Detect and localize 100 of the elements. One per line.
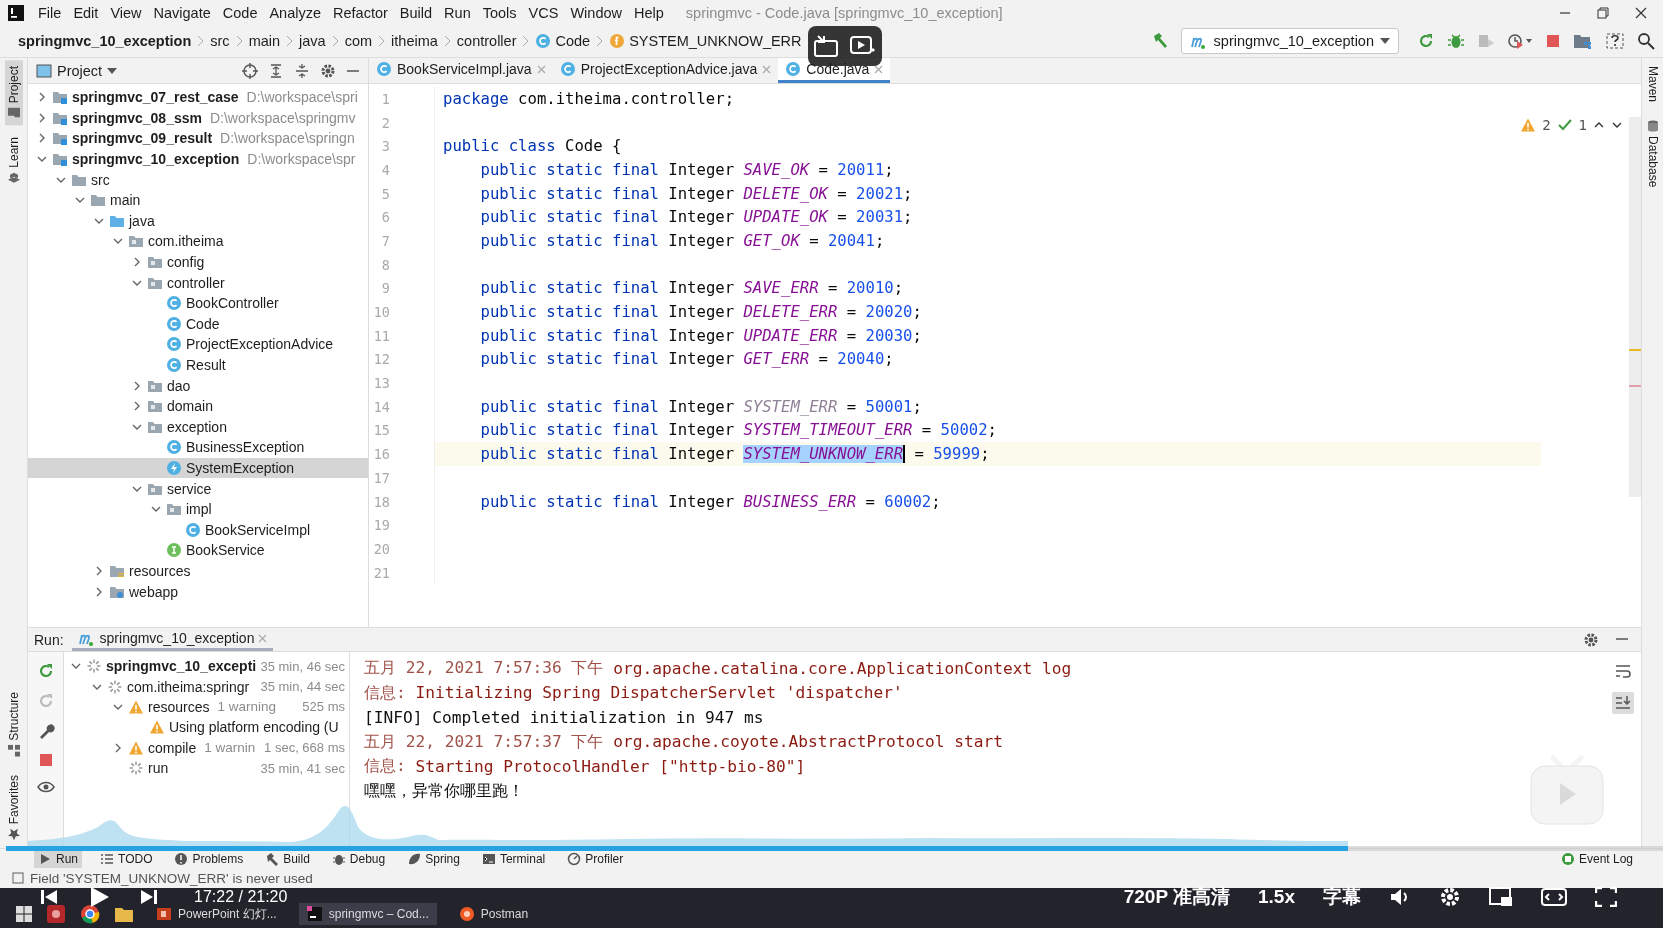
search-icon[interactable] <box>1637 32 1655 50</box>
tree-item[interactable]: impl <box>28 498 368 520</box>
settings-icon[interactable] <box>1583 631 1599 648</box>
speed-selector[interactable]: 1.5x <box>1258 886 1295 908</box>
folder-icon[interactable] <box>114 905 134 923</box>
menu-item[interactable]: Help <box>628 4 670 21</box>
progress-track[interactable] <box>6 846 1663 851</box>
breadcrumb[interactable]: java <box>299 33 326 49</box>
picture-in-picture-icon[interactable] <box>1489 887 1513 907</box>
widescreen-icon[interactable] <box>1541 888 1567 906</box>
side-tab[interactable]: Learn <box>4 131 23 191</box>
side-tab[interactable]: Favorites <box>4 768 23 846</box>
side-tab[interactable]: Project <box>4 60 23 126</box>
eye-icon[interactable] <box>36 780 55 794</box>
breadcrumb[interactable]: Code <box>535 33 591 49</box>
tree-item[interactable]: dao <box>28 375 368 396</box>
tree-item[interactable]: domain <box>28 395 368 417</box>
browser-icon[interactable] <box>80 904 100 924</box>
restore-icon[interactable] <box>1597 6 1609 19</box>
tool-window-tab[interactable]: Debug <box>327 849 390 868</box>
breadcrumb[interactable]: com <box>344 33 373 49</box>
rerun-icon[interactable] <box>1417 32 1435 50</box>
scroll-to-end-icon[interactable] <box>1612 692 1634 714</box>
tree-item[interactable]: resources <box>28 560 368 582</box>
tree-item[interactable]: BookService <box>28 540 368 561</box>
tree-item[interactable]: BookServiceImpl <box>28 519 368 541</box>
tree-item[interactable]: com.itheima <box>28 231 368 252</box>
breadcrumb[interactable]: springmvc_10_exception <box>18 33 192 49</box>
tool-window-tab[interactable]: Problems <box>170 849 248 868</box>
close-icon[interactable] <box>1635 6 1647 19</box>
tree-item[interactable]: springmvc_09_result D:\workspace\springn <box>28 128 368 149</box>
tool-window-tab[interactable]: TODO <box>96 849 157 868</box>
run-tree-item[interactable]: run 35 min, 41 sec <box>64 757 349 779</box>
help-icon[interactable] <box>1605 31 1625 51</box>
menu-item[interactable]: Tools <box>476 4 523 21</box>
tool-window-tab[interactable]: Spring <box>403 849 464 868</box>
breadcrumb[interactable]: src <box>210 33 230 49</box>
stop-icon[interactable] <box>1545 33 1561 49</box>
breadcrumb[interactable]: controller <box>456 33 517 49</box>
taskbar-button[interactable]: springmvc – Cod... <box>298 903 437 925</box>
run-tree-item[interactable]: resources 1 warning 525 ms <box>64 696 349 718</box>
menu-item[interactable]: Refactor <box>327 4 394 21</box>
side-tab[interactable]: Database <box>1643 114 1662 194</box>
menu-item[interactable]: Navigate <box>147 4 217 21</box>
expand-all-icon[interactable] <box>268 62 284 79</box>
tree-item[interactable]: exception <box>28 416 368 438</box>
tree-item[interactable]: ProjectExceptionAdvice <box>28 334 368 355</box>
locate-icon[interactable] <box>242 62 258 79</box>
tool-window-tab[interactable]: Terminal <box>477 849 550 868</box>
tree-item[interactable]: SystemException <box>28 457 368 479</box>
menu-item[interactable]: File <box>32 4 68 21</box>
scrollbar[interactable] <box>1629 117 1641 497</box>
tool-window-tab[interactable]: Profiler <box>563 849 628 868</box>
menu-item[interactable]: Run <box>438 4 477 21</box>
play-icon[interactable] <box>88 886 110 908</box>
tool-window-tab[interactable]: Build <box>261 849 314 868</box>
run-configuration-tab[interactable]: springmvc_10_exception <box>71 628 274 651</box>
tree-item[interactable]: springmvc_07_rest_case D:\workspace\spri <box>28 87 368 108</box>
tree-item[interactable]: main <box>28 189 368 211</box>
soft-wrap-icon[interactable] <box>1614 662 1632 680</box>
stop-icon[interactable] <box>37 752 54 768</box>
settings-icon[interactable] <box>1439 886 1461 908</box>
tree-item[interactable]: Result <box>28 354 368 376</box>
profiler-icon[interactable] <box>1507 32 1533 50</box>
menu-item[interactable]: Code <box>216 4 264 21</box>
tree-item[interactable]: config <box>28 251 368 273</box>
tree-item[interactable]: controller <box>28 272 368 293</box>
menu-item[interactable]: VCS <box>522 4 565 21</box>
subtitles-button[interactable]: 字幕 <box>1323 884 1361 910</box>
tree-item[interactable]: src <box>28 169 368 190</box>
menu-item[interactable]: View <box>104 4 148 21</box>
run-tree-item[interactable]: Using platform encoding (U <box>64 717 349 738</box>
run-tree-item[interactable]: com.itheima:springr 35 min, 44 sec <box>64 676 349 697</box>
menu-item[interactable]: Window <box>564 4 628 21</box>
tree-item[interactable]: springmvc_08_ssm D:\workspace\springmv <box>28 107 368 129</box>
taskbar-button[interactable]: Postman <box>450 903 537 925</box>
collapse-all-icon[interactable] <box>294 62 310 79</box>
tree-item[interactable]: springmvc_10_exception D:\workspace\spr <box>28 148 368 170</box>
tree-item[interactable]: webapp <box>28 581 368 602</box>
run-configuration-dropdown[interactable]: springmvc_10_exception <box>1180 28 1399 54</box>
run-tree-item[interactable]: springmvc_10_excepti 35 min, 46 sec <box>64 656 349 677</box>
side-tab[interactable]: Structure <box>4 685 23 763</box>
fullscreen-icon[interactable] <box>1595 887 1617 907</box>
quality-selector[interactable]: 720P 准高清 <box>1123 884 1230 910</box>
breadcrumb[interactable]: itheima <box>391 33 438 49</box>
menu-item[interactable]: Edit <box>67 4 105 21</box>
next-icon[interactable] <box>140 888 158 906</box>
side-tab[interactable]: Maven <box>1643 60 1662 109</box>
tree-item[interactable]: BookController <box>28 292 368 314</box>
exit-window-icon[interactable] <box>814 35 838 57</box>
run-tree-item[interactable]: compile 1 warnin 1 sec, 668 ms <box>64 737 349 758</box>
taskbar-button[interactable]: PowerPoint 幻灯... <box>148 903 285 925</box>
editor-tab[interactable]: ProjectExceptionAdvice.java <box>552 58 779 83</box>
event-log-tab[interactable]: Event Log <box>1560 851 1663 866</box>
editor-tab[interactable]: BookServiceImpl.java <box>369 58 553 83</box>
tree-item[interactable]: service <box>28 478 368 499</box>
settings-icon[interactable] <box>320 62 336 79</box>
menu-item[interactable]: Build <box>393 4 439 21</box>
tree-item[interactable]: Code <box>28 313 368 335</box>
menu-item[interactable]: Analyze <box>263 4 328 21</box>
